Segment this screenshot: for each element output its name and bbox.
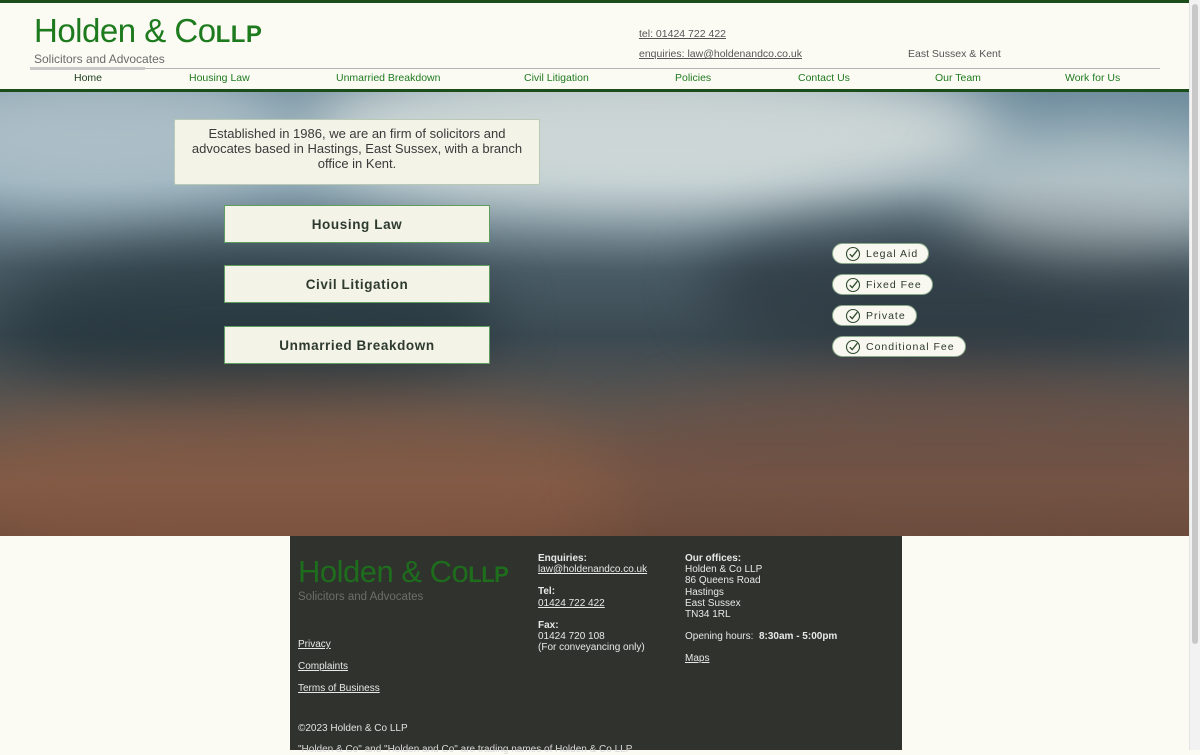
nav-contact-us[interactable]: Contact Us bbox=[798, 72, 850, 84]
footer-hours-label: Opening hours: bbox=[685, 631, 754, 643]
footer-address-line: Hastings bbox=[685, 586, 724, 598]
nav-unmarried-breakdown[interactable]: Unmarried Breakdown bbox=[336, 72, 440, 84]
page-scrollbar[interactable] bbox=[1189, 0, 1200, 750]
funding-badge-conditional-fee: Conditional Fee bbox=[832, 336, 966, 357]
logo-wordmark: Holden & CoLLP bbox=[34, 14, 262, 52]
nav-divider bbox=[30, 68, 1160, 69]
footer-logo[interactable]: Holden & CoLLP Solicitors and Advocates bbox=[298, 554, 509, 604]
footer-opening-hours: Opening hours: 8:30am - 5:00pm bbox=[685, 631, 837, 642]
logo-name: Holden & Co bbox=[34, 12, 216, 49]
top-accent-line bbox=[0, 0, 1190, 3]
header-phone-link[interactable]: tel: 01424 722 422 bbox=[639, 28, 726, 40]
nav-policies[interactable]: Policies bbox=[675, 72, 711, 84]
footer-phone-link[interactable]: 01424 722 422 bbox=[538, 598, 647, 609]
funding-badge-private: Private bbox=[832, 305, 917, 326]
footer-fax-note: (For conveyancing only) bbox=[538, 642, 645, 654]
footer-complaints-link[interactable]: Complaints bbox=[298, 661, 348, 672]
nav-civil-litigation[interactable]: Civil Litigation bbox=[524, 72, 589, 84]
footer-logo-name: Holden & Co bbox=[298, 554, 469, 589]
footer-logo-suffix: LLP bbox=[468, 562, 509, 587]
civil-litigation-button[interactable]: Civil Litigation bbox=[224, 265, 490, 303]
funding-badge-legal-aid: Legal Aid bbox=[832, 243, 930, 264]
nav-home[interactable]: Home bbox=[74, 72, 102, 84]
logo-suffix: LLP bbox=[215, 21, 263, 48]
footer-logo-wordmark: Holden & CoLLP bbox=[298, 554, 509, 591]
footer-hours-value: 8:30am - 5:00pm bbox=[758, 631, 838, 643]
footer-copyright: ©2023 Holden & Co LLP bbox=[298, 723, 408, 734]
footer-logo-tagline: Solicitors and Advocates bbox=[298, 591, 424, 603]
footer-email-link[interactable]: law@holdenandco.co.uk bbox=[538, 564, 647, 575]
nav-our-team[interactable]: Our Team bbox=[935, 72, 981, 84]
footer-maps-link[interactable]: Maps bbox=[685, 653, 837, 664]
intro-panel: Established in 1986, we are an firm of s… bbox=[174, 119, 540, 185]
funding-label: Legal Aid bbox=[866, 247, 919, 260]
hero-background-layer bbox=[0, 392, 640, 536]
footer-tel-label: Tel: bbox=[538, 586, 556, 598]
funding-label: Fixed Fee bbox=[866, 278, 922, 291]
footer-address-line: 86 Queens Road bbox=[685, 575, 761, 587]
header-email-link[interactable]: enquiries: law@holdenandco.co.uk bbox=[639, 48, 802, 60]
site-logo[interactable]: Holden & CoLLP Solicitors and Advocates bbox=[34, 14, 262, 67]
site-footer: Holden & CoLLP Solicitors and Advocates … bbox=[290, 536, 902, 755]
main-nav: Home Housing Law Unmarried Breakdown Civ… bbox=[30, 72, 1160, 88]
footer-privacy-link[interactable]: Privacy bbox=[298, 639, 331, 650]
footer-terms-link[interactable]: Terms of Business bbox=[298, 683, 380, 694]
scrollbar-thumb[interactable] bbox=[1192, 4, 1198, 644]
footer-offices-column: Our offices: Holden & Co LLP 86 Queens R… bbox=[685, 553, 837, 665]
header-region: East Sussex & Kent bbox=[908, 48, 1001, 60]
nav-active-indicator bbox=[30, 67, 145, 70]
funding-label: Conditional Fee bbox=[866, 340, 955, 353]
logo-tagline: Solicitors and Advocates bbox=[34, 52, 165, 66]
check-circle-icon bbox=[845, 308, 861, 323]
funding-badge-fixed-fee: Fixed Fee bbox=[832, 274, 933, 295]
footer-offices-label: Our offices: bbox=[685, 553, 742, 564]
footer-address-line: East Sussex bbox=[685, 597, 741, 609]
footer-fax-label: Fax: bbox=[538, 619, 559, 631]
footer-address-line: TN34 1RL bbox=[685, 609, 731, 621]
check-circle-icon bbox=[845, 339, 861, 354]
hero-background-layer bbox=[600, 372, 1190, 536]
unmarried-breakdown-button[interactable]: Unmarried Breakdown bbox=[224, 326, 490, 364]
funding-label: Private bbox=[866, 309, 906, 322]
nav-housing-law[interactable]: Housing Law bbox=[189, 72, 250, 84]
housing-law-button[interactable]: Housing Law bbox=[224, 205, 490, 243]
check-circle-icon bbox=[845, 277, 861, 292]
check-circle-icon bbox=[845, 246, 861, 261]
footer-contact-column: Enquiries: law@holdenandco.co.uk Tel: 01… bbox=[538, 553, 647, 653]
footer-enquiries-label: Enquiries: bbox=[538, 553, 587, 564]
footer-fax-number: 01424 720 108 bbox=[538, 631, 605, 643]
nav-work-for-us[interactable]: Work for Us bbox=[1065, 72, 1120, 84]
footer-address-line: Holden & Co LLP bbox=[685, 564, 763, 576]
